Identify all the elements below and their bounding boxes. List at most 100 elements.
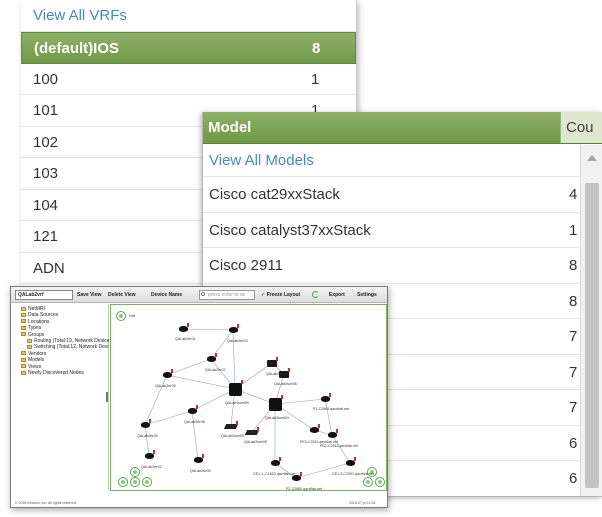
model-count: 7 (569, 328, 578, 345)
node-label: QALab2swrt04 (265, 416, 289, 420)
alert-badge-icon (236, 420, 238, 425)
node-label: QALab2swr06 (274, 382, 297, 386)
vrf-row[interactable]: (default)IOS 8 (21, 32, 356, 64)
model-count: 6 (569, 434, 578, 452)
folder-icon (21, 370, 26, 375)
router-node-icon[interactable] (268, 397, 282, 411)
topology-link (144, 424, 150, 457)
topology-viewer-window: QALab2vrf Save View Delete View Device N… (10, 286, 388, 508)
node-label: QALab2rtr02 (141, 465, 162, 469)
view-all-vrfs-link[interactable]: View All VRFs (21, 0, 356, 32)
alert-badge-icon (152, 450, 155, 454)
alert-badge-icon (201, 454, 204, 458)
alert-badge-icon (240, 379, 243, 384)
alert-badge-icon (236, 324, 239, 328)
model-row[interactable]: Cisco catalyst37xxStack 1 (203, 213, 602, 248)
model-count: 8 (569, 257, 578, 274)
topology-tree: NetMRI Data Sources Locations Types Grou… (17, 306, 110, 376)
scroll-up-icon[interactable] (587, 155, 597, 161)
tree-item[interactable]: Newly Discovered Nodes (17, 370, 109, 376)
node-label: QALab2rtr07 (205, 368, 226, 372)
model-table-header: Model Cou (203, 112, 602, 144)
router-node-icon[interactable] (228, 382, 242, 396)
node-label: QALab2rtr09 (155, 384, 176, 388)
node-label: CE1-1_C1603.qavrflab.net (253, 472, 296, 476)
layout-icon[interactable] (130, 477, 140, 487)
model-count: 8 (569, 292, 578, 310)
tree-item-label: Groups (28, 331, 45, 338)
copyright-text: © 2018 Infoblox, Inc. All rights reserve… (15, 501, 77, 505)
model-count: 1 (569, 221, 578, 239)
model-row[interactable]: Cisco 2911 8 (203, 248, 602, 284)
model-column-header[interactable]: Model (208, 112, 251, 144)
folder-icon (21, 357, 26, 362)
refresh-icon[interactable] (312, 291, 319, 298)
count-column-header[interactable]: Cou (560, 112, 602, 143)
vrf-name: 104 (33, 196, 59, 214)
sidebar-splitter[interactable] (106, 392, 108, 402)
vrf-name: 102 (33, 133, 59, 151)
node-label: PE2-C2911.qavrflab.net (320, 444, 359, 448)
edit-icon[interactable] (116, 311, 126, 321)
vrf-name: 101 (33, 102, 59, 119)
node-label: QALab2swr03 (221, 434, 244, 438)
zoom-fit-icon[interactable] (118, 477, 128, 487)
export-button[interactable]: Export (329, 287, 345, 303)
vrf-name: 121 (33, 228, 59, 245)
node-label: QALab2rtr08 (184, 420, 205, 424)
model-count: 7 (569, 363, 578, 381)
switch-node-icon[interactable] (279, 370, 289, 378)
tree-item-label: Vendors (28, 350, 47, 357)
zoom-in-icon[interactable] (375, 477, 385, 487)
model-name: Cisco cat29xxStack (209, 186, 340, 203)
topology-link (274, 398, 326, 405)
freeze-layout-checkbox[interactable]: ✓ Freeze Layout (261, 287, 300, 303)
switch-node-icon[interactable] (267, 359, 277, 367)
device-name-select[interactable]: Device Name (151, 287, 182, 303)
vrf-name: ADN (33, 259, 65, 277)
node-label: P1-C2960.qavrflab.net (313, 407, 349, 411)
folder-icon (21, 364, 26, 369)
node-label: CE1-2-C2901.qavrflab.net (332, 472, 374, 476)
tree-item-label: Routing (Total:19, Network Device (34, 337, 110, 344)
node-label: QALab2rtr04 (137, 434, 158, 438)
center-icon[interactable] (142, 477, 152, 487)
model-name: Cisco catalyst37xxStack (209, 221, 371, 239)
alert-badge-icon (280, 394, 283, 399)
model-count: 6 (569, 470, 578, 487)
topology-link (166, 358, 212, 376)
view-select[interactable]: QALab2vrf (15, 290, 73, 300)
zoom-out-icon[interactable] (363, 477, 373, 487)
folder-icon (27, 345, 32, 350)
topology-link (182, 328, 234, 331)
topology-canvas[interactable]: Edit QALab2rtr01 QALab2rtr03 QALab2rtr07 QA… (110, 304, 387, 491)
search-icon (201, 292, 205, 296)
delete-view-button[interactable]: Delete View (108, 287, 136, 303)
settings-button[interactable]: Settings (357, 287, 377, 303)
alert-badge-icon (278, 457, 281, 461)
node-label: QALab2swrt09 (225, 401, 249, 405)
save-view-button[interactable]: Save View (77, 287, 101, 303)
node-label: QALab2rtr03 (227, 339, 248, 343)
model-count: 7 (569, 399, 578, 416)
alert-badge-icon (288, 367, 290, 372)
freeze-layout-label: Freeze Layout (266, 292, 301, 298)
alert-badge-icon (317, 424, 320, 428)
scroll-thumb[interactable] (585, 183, 599, 488)
alert-badge-icon (276, 356, 278, 361)
vrf-row[interactable]: 100 1 (21, 64, 356, 95)
tree-item-label: NetMRI (28, 306, 45, 312)
model-row[interactable]: Cisco cat29xxStack 4 (203, 177, 602, 213)
topology-footer: © 2018 Infoblox, Inc. All rights reserve… (11, 491, 387, 507)
topology-link (166, 374, 236, 390)
vrf-name: 103 (33, 165, 59, 182)
edit-label: Edit (129, 314, 136, 318)
view-all-models-link[interactable]: View All Models (203, 144, 602, 177)
alert-badge-icon (186, 323, 189, 327)
alert-badge-icon (195, 405, 198, 409)
pan-icon[interactable] (130, 467, 140, 477)
alert-badge-icon (335, 429, 338, 433)
topology-sidebar: NetMRI Data Sources Locations Types Grou… (11, 304, 110, 491)
device-search-input[interactable]: press enter to se (199, 290, 255, 300)
model-scrollbar[interactable] (580, 145, 602, 496)
